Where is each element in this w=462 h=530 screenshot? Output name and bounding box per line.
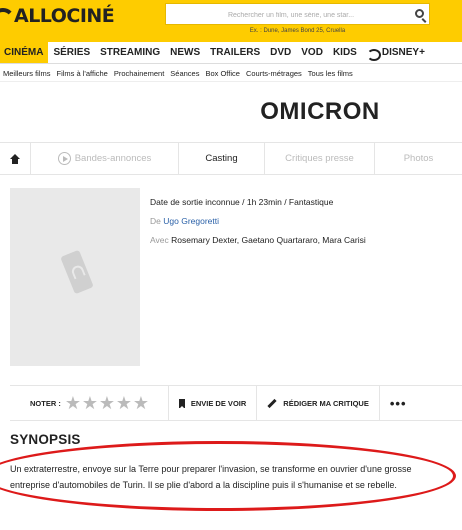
star-icon[interactable]: ★: [82, 394, 99, 412]
logo-text: ALLOCINÉ: [14, 5, 115, 27]
subnav-seances[interactable]: Séances: [167, 69, 202, 78]
main-nav: CINÉMA SÉRIES STREAMING NEWS TRAILERS DV…: [0, 42, 462, 64]
star-icon[interactable]: ★: [116, 394, 133, 412]
nav-disney-plus-label: DISNEY+: [381, 47, 425, 58]
nav-disney-plus[interactable]: DISNEY+: [362, 42, 430, 63]
search-box[interactable]: [165, 3, 430, 26]
subnav-box-office[interactable]: Box Office: [202, 69, 242, 78]
nav-trailers[interactable]: TRAILERS: [205, 42, 265, 63]
bookmark-icon: [178, 398, 185, 409]
search-input[interactable]: [166, 5, 406, 26]
top-bar: ALLOCINÉ Ex. : Dune, James Bond 25, Crue…: [0, 0, 462, 42]
tab-home[interactable]: [0, 143, 31, 174]
nav-vod[interactable]: VOD: [296, 42, 328, 63]
rating-label: NOTER :: [30, 398, 61, 408]
release-info: Date de sortie inconnue / 1h 23min / Fan…: [150, 197, 334, 207]
subnav-courts-metrages[interactable]: Courts-métrages: [243, 69, 305, 78]
director-prefix: De: [150, 216, 161, 226]
nav-streaming[interactable]: STREAMING: [95, 42, 165, 63]
synopsis-title: SYNOPSIS: [10, 432, 81, 447]
director-link[interactable]: Ugo Gregoretti: [163, 216, 219, 226]
star-icon[interactable]: ★: [99, 394, 116, 412]
sub-nav: Meilleurs films Films à l'affiche Procha…: [0, 65, 462, 82]
disney-plus-icon: [366, 48, 381, 61]
tab-bandes-annonces-label: Bandes-annonces: [74, 153, 152, 164]
search-hint: Ex. : Dune, James Bond 25, Cruella: [249, 28, 346, 34]
subnav-prochainement[interactable]: Prochainement: [111, 69, 167, 78]
allocine-logo[interactable]: ALLOCINÉ: [0, 5, 115, 27]
rating-stars[interactable]: ★ ★ ★ ★ ★: [65, 394, 150, 412]
tab-bandes-annonces[interactable]: Bandes-annonces: [31, 143, 179, 174]
nav-cinema[interactable]: CINÉMA: [0, 42, 49, 63]
star-icon[interactable]: ★: [65, 394, 82, 412]
director-line: De Ugo Gregoretti: [150, 212, 366, 231]
nav-news[interactable]: NEWS: [165, 42, 205, 63]
more-options-button[interactable]: •••: [378, 385, 417, 421]
tab-photos[interactable]: Photos: [375, 143, 462, 174]
ticket-icon: [60, 249, 94, 295]
wishlist-button[interactable]: ENVIE DE VOIR: [167, 385, 256, 421]
subnav-a-l-affiche[interactable]: Films à l'affiche: [54, 69, 111, 78]
cast-names[interactable]: Rosemary Dexter, Gaetano Quartararo, Mar…: [171, 235, 366, 245]
poster-placeholder: [10, 188, 140, 366]
logo-mark-icon: [0, 7, 12, 25]
cast-prefix: Avec: [150, 235, 169, 245]
search-icon[interactable]: [415, 9, 424, 18]
write-review-label: RÉDIGER MA CRITIQUE: [283, 398, 369, 408]
subnav-meilleurs-films[interactable]: Meilleurs films: [0, 69, 54, 78]
tab-casting[interactable]: Casting: [179, 143, 265, 174]
nav-series[interactable]: SÉRIES: [48, 42, 95, 63]
cast-line: Avec Rosemary Dexter, Gaetano Quartararo…: [150, 231, 366, 250]
page-title: OMICRON: [260, 98, 380, 125]
write-review-button[interactable]: RÉDIGER MA CRITIQUE: [256, 385, 379, 421]
movie-meta: Date de sortie inconnue / 1h 23min / Fan…: [150, 193, 366, 250]
tab-critiques-presse[interactable]: Critiques presse: [265, 143, 375, 174]
nav-dvd[interactable]: DVD: [265, 42, 296, 63]
movie-tabs: Bandes-annonces Casting Critiques presse…: [0, 142, 462, 175]
synopsis-text: Un extraterrestre, envoye sur la Terre p…: [10, 464, 412, 490]
star-icon[interactable]: ★: [133, 394, 150, 412]
home-icon: [10, 153, 20, 164]
subnav-tous-les-films[interactable]: Tous les films: [305, 69, 356, 78]
nav-kids[interactable]: KIDS: [328, 42, 362, 63]
play-icon: [57, 152, 71, 165]
pen-icon: [267, 398, 277, 408]
wishlist-label: ENVIE DE VOIR: [190, 398, 247, 408]
rating-bar: NOTER : ★ ★ ★ ★ ★ ENVIE DE VOIR RÉDIGER …: [10, 385, 462, 421]
